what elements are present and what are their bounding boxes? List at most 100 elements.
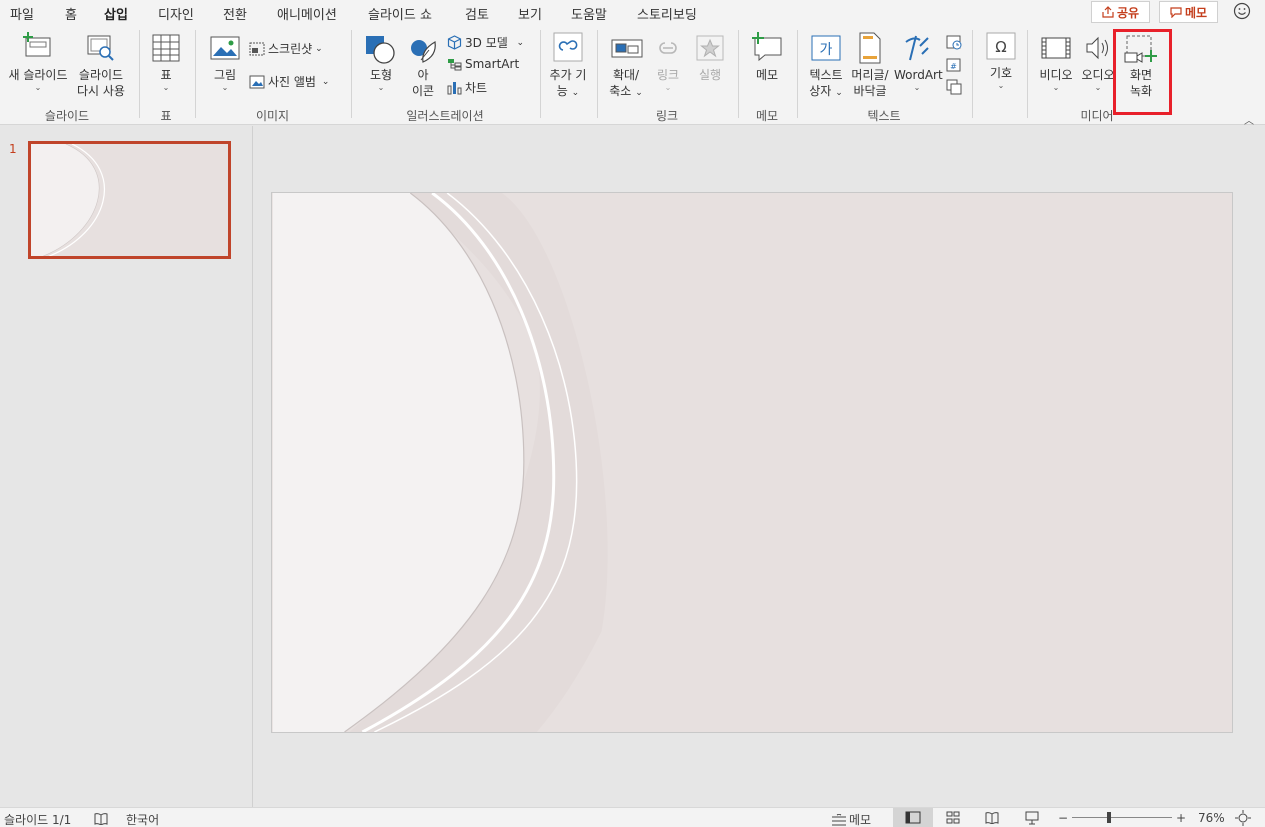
normal-view-button[interactable] xyxy=(893,808,933,827)
notes-button[interactable]: 메모 xyxy=(831,811,871,827)
zoom-slider-thumb[interactable] xyxy=(1107,812,1111,823)
symbols-label: 기호 xyxy=(989,66,1013,80)
tab-review[interactable]: 검토 xyxy=(465,4,489,23)
zoom-button[interactable]: 확대/축소 ⌄ xyxy=(604,67,648,101)
screenshot-button[interactable]: 스크린샷 ⌄ xyxy=(249,40,323,57)
video-label: 비디오 xyxy=(1039,68,1073,82)
thumbnail-graphic xyxy=(31,144,228,256)
shapes-button[interactable]: 도형 ⌄ xyxy=(362,67,400,93)
3d-models-button[interactable]: 3D 모델 ⌄ xyxy=(447,34,524,51)
zoom-slider-track[interactable] xyxy=(1072,817,1172,818)
tab-transitions[interactable]: 전환 xyxy=(223,4,247,23)
textbox-label-1: 텍스트 xyxy=(809,68,843,82)
icons-label-1: 아 xyxy=(417,68,429,82)
screen-recording-highlight xyxy=(1113,29,1172,115)
status-bar: 슬라이드 1/1 한국어 메모 − + 76% xyxy=(0,807,1265,827)
smartart-icon xyxy=(448,58,462,70)
3d-models-label: 3D 모델 xyxy=(465,36,508,50)
tab-slideshow[interactable]: 슬라이드 쇼 xyxy=(368,4,432,23)
accessibility-book-icon[interactable] xyxy=(94,812,108,825)
wordart-button[interactable]: WordArt ⌄ xyxy=(894,67,943,93)
add-ins-button[interactable]: 추가 기능 ⌄ xyxy=(545,67,591,101)
chart-label: 차트 xyxy=(465,81,488,95)
picture-button[interactable]: 그림 ⌄ xyxy=(206,67,244,93)
screenshot-label: 스크린샷 xyxy=(268,42,313,56)
link-label: 링크 xyxy=(656,68,680,82)
group-label-illustrations: 일러스트레이션 xyxy=(406,109,484,123)
icons-button[interactable]: 아이콘 xyxy=(405,67,441,99)
link-button[interactable]: 링크 ⌄ xyxy=(652,67,684,93)
icons-label-2: 이콘 xyxy=(411,84,435,98)
video-button[interactable]: 비디오 ⌄ xyxy=(1036,67,1076,93)
comments-button[interactable]: 메모 xyxy=(1159,1,1218,23)
tab-file[interactable]: 파일 xyxy=(10,4,34,23)
new-comment-button[interactable]: 메모 xyxy=(747,67,787,83)
zoom-out-button[interactable]: − xyxy=(1058,811,1068,825)
share-icon xyxy=(1102,6,1114,18)
chart-icon xyxy=(447,82,462,95)
picture-label: 그림 xyxy=(213,68,237,82)
zoom-level[interactable]: 76% xyxy=(1198,811,1225,825)
group-label-slides: 슬라이드 xyxy=(44,109,90,123)
collapse-ribbon-icon[interactable]: ︿ xyxy=(1244,112,1254,127)
svg-text:Ω: Ω xyxy=(995,38,1006,56)
slide-background-graphic xyxy=(272,193,1232,732)
zoom-in-button[interactable]: + xyxy=(1176,811,1186,825)
svg-text:#: # xyxy=(950,62,957,71)
header-footer-label-2: 바닥글 xyxy=(853,84,887,98)
tab-animations[interactable]: 애니메이션 xyxy=(277,4,337,23)
audio-button[interactable]: 오디오 ⌄ xyxy=(1078,67,1118,93)
slide-sorter-icon[interactable] xyxy=(946,811,960,824)
textbox-icon: 가 xyxy=(811,35,841,61)
tab-design[interactable]: 디자인 xyxy=(158,4,194,23)
slide-canvas[interactable] xyxy=(271,192,1233,733)
object-icon[interactable] xyxy=(946,79,962,95)
slide-count: 슬라이드 1/1 xyxy=(4,813,72,827)
table-icon xyxy=(152,34,180,62)
tab-help[interactable]: 도움말 xyxy=(571,4,607,23)
language[interactable]: 한국어 xyxy=(126,811,159,827)
tab-view[interactable]: 보기 xyxy=(518,4,542,23)
tab-insert[interactable]: 삽입 xyxy=(103,4,129,29)
tab-storyboarding[interactable]: 스토리보딩 xyxy=(637,4,697,23)
reuse-slides-button[interactable]: 슬라이드 다시 사용 xyxy=(72,67,130,99)
action-icon xyxy=(696,35,724,61)
textbox-button[interactable]: 텍스트 상자 ⌄ xyxy=(804,67,848,101)
table-button[interactable]: 표 ⌄ xyxy=(146,67,186,93)
smartart-label: SmartArt xyxy=(465,57,520,71)
symbol-omega-icon: Ω xyxy=(986,32,1016,60)
group-label-links: 링크 xyxy=(655,109,679,123)
action-button[interactable]: 실행 xyxy=(692,67,728,83)
reading-view-icon[interactable] xyxy=(985,811,999,824)
smiley-icon[interactable] xyxy=(1233,2,1251,20)
header-footer-button[interactable]: 머리글/바닥글 xyxy=(848,67,892,99)
slide-number-icon[interactable]: # xyxy=(946,57,962,73)
menu-bar: 파일 홈 삽입 디자인 전환 애니메이션 슬라이드 쇼 검토 보기 도움말 스토… xyxy=(0,0,1265,29)
reuse-slides-label-2: 다시 사용 xyxy=(77,84,125,98)
chart-button[interactable]: 차트 xyxy=(447,79,487,96)
group-label-comments: 메모 xyxy=(755,109,779,123)
new-slide-label: 새 슬라이드 xyxy=(8,68,68,82)
new-comment-icon xyxy=(752,32,782,62)
wordart-label: WordArt xyxy=(894,68,943,82)
notes-label: 메모 xyxy=(849,813,872,827)
photo-album-button[interactable]: 사진 앨범 ⌄ xyxy=(249,73,329,90)
fit-to-window-icon[interactable] xyxy=(1235,810,1251,826)
tab-home[interactable]: 홈 xyxy=(65,4,77,23)
share-button[interactable]: 공유 xyxy=(1091,1,1150,23)
smartart-button[interactable]: SmartArt xyxy=(447,57,519,71)
photo-album-label: 사진 앨범 xyxy=(268,75,316,89)
group-label-images: 이미지 xyxy=(255,109,290,123)
wordart-icon xyxy=(905,35,929,61)
slide-number: 1 xyxy=(9,142,17,156)
slide-thumbnail[interactable] xyxy=(28,141,231,259)
share-label: 공유 xyxy=(1116,5,1140,20)
screenshot-icon xyxy=(249,42,265,55)
new-slide-button[interactable]: 새 슬라이드 ⌄ xyxy=(4,67,72,93)
link-icon xyxy=(659,42,677,54)
comments-label: 메모 xyxy=(1184,5,1208,20)
slideshow-icon[interactable] xyxy=(1025,811,1039,825)
header-footer-icon xyxy=(859,32,881,64)
symbols-button[interactable]: 기호 ⌄ xyxy=(983,65,1019,91)
date-time-icon[interactable] xyxy=(946,34,962,50)
